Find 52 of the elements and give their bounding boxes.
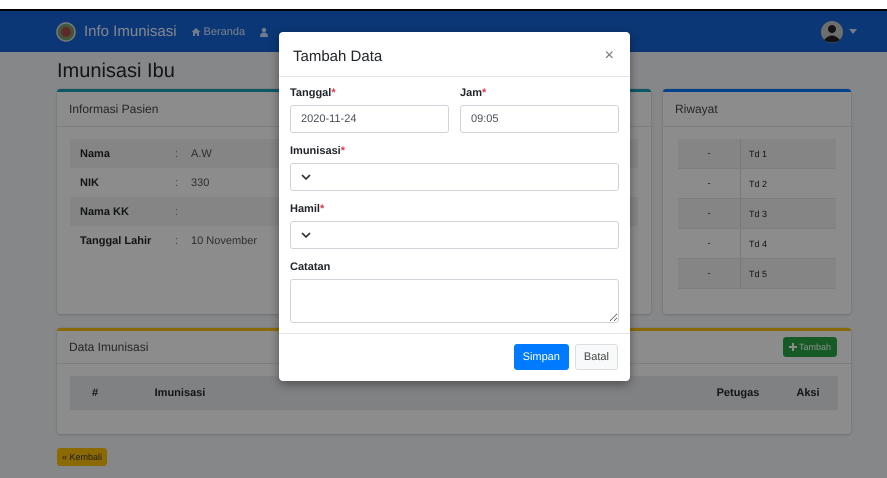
- info-label: Tanggal Lahir: [79, 234, 152, 246]
- info-value: 330: [191, 176, 210, 188]
- table-cell: -: [678, 139, 741, 168]
- column-header: #: [90, 387, 100, 399]
- column-header: Aksi: [795, 387, 821, 399]
- info-separator: :: [175, 206, 180, 218]
- select-field[interactable]: [290, 163, 619, 191]
- info-separator: :: [175, 176, 180, 188]
- back-button[interactable]: « Kembali: [57, 448, 108, 466]
- info-value: 10 November: [191, 234, 258, 246]
- table-cell: -: [678, 169, 741, 198]
- info-separator: :: [175, 234, 180, 246]
- select-field[interactable]: [290, 221, 619, 249]
- nav-link[interactable]: Beranda: [190, 26, 246, 38]
- close-button[interactable]: ×: [602, 47, 616, 65]
- info-separator: :: [175, 148, 180, 160]
- caret-icon[interactable]: [849, 29, 857, 34]
- cancel-button[interactable]: Batal: [574, 344, 618, 370]
- plus-icon: [788, 343, 797, 351]
- table-cell: -: [678, 199, 741, 228]
- column-header: Petugas: [716, 387, 760, 399]
- info-value: A.W: [191, 148, 212, 160]
- table-cell-text: Td 2: [748, 178, 768, 188]
- card-title: Data Imunisasi: [69, 340, 148, 354]
- table-cell: -: [678, 229, 741, 258]
- info-label: Nama KK: [79, 206, 130, 218]
- brand-name[interactable]: Info Imunisasi: [84, 23, 177, 40]
- notes-textarea[interactable]: [290, 279, 619, 323]
- info-label: NIK: [79, 176, 100, 188]
- column-header: Imunisasi: [154, 387, 206, 399]
- person-icon[interactable]: [259, 26, 270, 36]
- table-cell-text: Td 4: [748, 238, 768, 248]
- modal-title: Tambah Data: [293, 48, 382, 64]
- field-label: Catatan: [290, 261, 332, 273]
- save-button[interactable]: Simpan: [514, 344, 569, 370]
- table-cell-text: Td 1: [748, 148, 768, 158]
- info-label: Nama: [79, 148, 111, 160]
- input-field[interactable]: 09:05: [460, 105, 619, 133]
- home-icon: [190, 26, 201, 36]
- chevron-down-icon: [301, 232, 311, 238]
- card-title: Riwayat: [663, 92, 851, 127]
- page-title: Imunisasi Ibu: [57, 60, 176, 83]
- table-cell-text: Td 5: [748, 268, 768, 278]
- field-label: Imunisasi*: [290, 145, 346, 157]
- field-label: Hamil*: [290, 203, 326, 215]
- avatar-icon[interactable]: [821, 20, 843, 42]
- add-button[interactable]: Tambah: [782, 337, 837, 357]
- chevron-down-icon: [301, 174, 311, 180]
- table-cell: -: [678, 259, 741, 288]
- input-field[interactable]: 2020-11-24: [290, 105, 449, 133]
- logo-icon: [56, 22, 76, 42]
- table-cell-text: Td 3: [748, 208, 768, 218]
